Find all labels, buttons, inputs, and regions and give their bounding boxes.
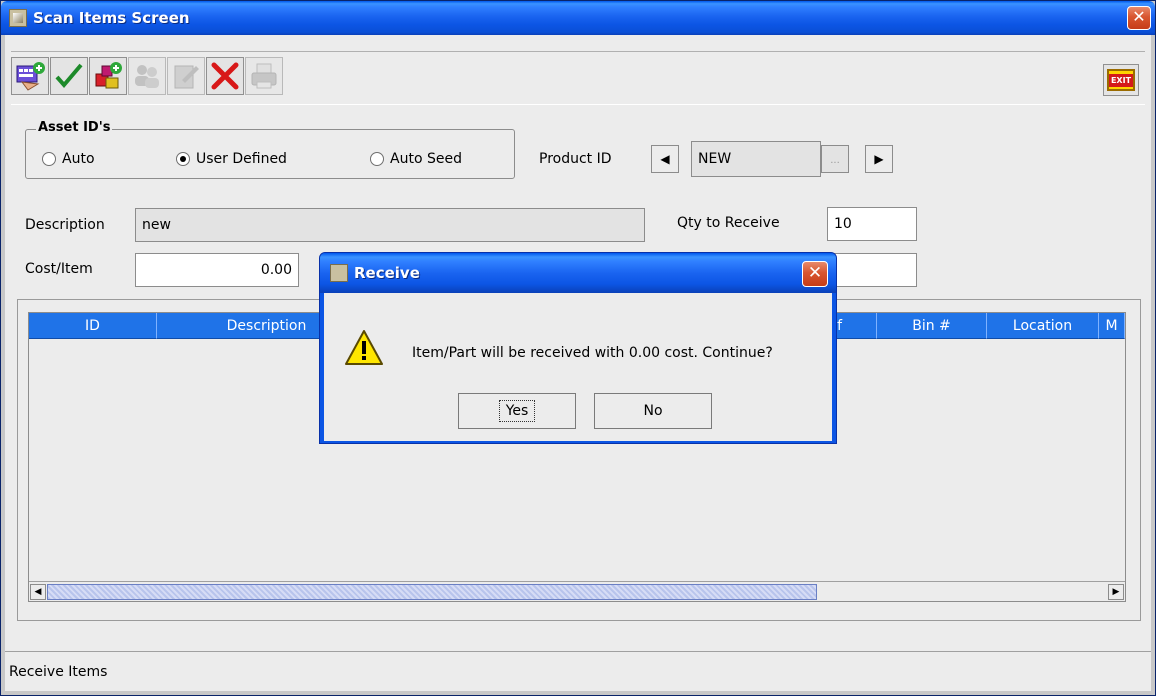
users-icon <box>135 65 159 88</box>
radio-auto-label: Auto <box>62 151 95 167</box>
description-field[interactable]: new <box>135 208 645 242</box>
product-prev-button[interactable]: ◀ <box>651 145 679 173</box>
window-close-button[interactable]: ✕ <box>1127 6 1151 30</box>
dialog-body: Item/Part will be received with 0.00 cos… <box>324 293 832 441</box>
scan-add-icon <box>16 62 45 91</box>
users-button[interactable] <box>128 57 166 95</box>
product-next-button[interactable]: ▶ <box>865 145 893 173</box>
yes-button-label: Yes <box>498 400 536 422</box>
extra-field[interactable] <box>827 253 917 287</box>
asset-ids-legend: Asset ID's <box>36 120 113 135</box>
add-parts-icon <box>95 62 122 89</box>
window-titlebar[interactable]: Scan Items Screen ✕ <box>1 1 1155 35</box>
warning-icon <box>345 330 383 365</box>
exit-button[interactable]: EXIT <box>1103 64 1139 96</box>
radio-auto-dot[interactable] <box>42 152 56 166</box>
dialog-close-button[interactable]: ✕ <box>802 261 828 287</box>
cost-label: Cost/Item <box>25 261 93 277</box>
scroll-right-button[interactable]: ▶ <box>1108 584 1124 600</box>
asset-ids-group: Asset ID's Auto User Defined Auto Seed <box>25 120 515 179</box>
dialog-title: Receive <box>354 264 420 282</box>
dialog-message: Item/Part will be received with 0.00 cos… <box>412 345 773 361</box>
radio-user-defined-dot[interactable] <box>176 152 190 166</box>
app-icon <box>9 9 27 27</box>
delete-x-icon <box>211 62 239 90</box>
col-m[interactable]: M <box>1099 313 1125 339</box>
print-button[interactable] <box>245 57 283 95</box>
scan-items-window: Scan Items Screen ✕ EXIT Asset ID's Auto… <box>0 0 1156 696</box>
printer-icon <box>251 63 277 89</box>
cost-field[interactable]: 0.00 <box>135 253 299 287</box>
scroll-left-button[interactable]: ◀ <box>30 584 46 600</box>
radio-auto-seed-dot[interactable] <box>370 152 384 166</box>
edit-icon <box>174 65 199 89</box>
status-bar: Receive Items <box>5 651 1151 691</box>
product-id-label: Product ID <box>539 151 612 167</box>
confirm-button[interactable] <box>50 57 88 95</box>
no-button-label: No <box>643 403 663 419</box>
receive-dialog: Receive ✕ Item/Part will be received wit… <box>319 252 837 444</box>
exit-label: EXIT <box>1108 73 1134 87</box>
horizontal-scrollbar[interactable]: ◀ ▶ <box>29 581 1125 601</box>
radio-user-defined[interactable]: User Defined <box>176 151 287 167</box>
qty-label: Qty to Receive <box>677 215 780 231</box>
scroll-thumb[interactable] <box>47 584 817 600</box>
radio-auto-seed-label: Auto Seed <box>390 151 462 167</box>
product-browse-button[interactable]: ... <box>821 145 849 173</box>
col-id[interactable]: ID <box>29 313 157 339</box>
radio-auto-seed[interactable]: Auto Seed <box>370 151 462 167</box>
edit-button[interactable] <box>167 57 205 95</box>
add-parts-button[interactable] <box>89 57 127 95</box>
scan-add-button[interactable] <box>11 57 49 95</box>
yes-button[interactable]: Yes <box>458 393 576 429</box>
radio-auto[interactable]: Auto <box>42 151 95 167</box>
toolbar: EXIT <box>11 51 1145 105</box>
product-id-field[interactable]: NEW <box>691 141 821 177</box>
col-bin[interactable]: Bin # <box>877 313 987 339</box>
description-label: Description <box>25 217 105 233</box>
status-text: Receive Items <box>9 663 108 680</box>
no-button[interactable]: No <box>594 393 712 429</box>
dialog-app-icon <box>330 264 348 282</box>
col-location[interactable]: Location <box>987 313 1099 339</box>
qty-field[interactable]: 10 <box>827 207 917 241</box>
exit-sign-icon: EXIT <box>1107 69 1135 91</box>
dialog-titlebar[interactable]: Receive ✕ <box>320 253 836 293</box>
window-title: Scan Items Screen <box>33 9 190 27</box>
toolbar-buttons <box>11 54 284 104</box>
radio-user-defined-label: User Defined <box>196 151 287 167</box>
checkmark-icon <box>55 63 83 89</box>
delete-button[interactable] <box>206 57 244 95</box>
